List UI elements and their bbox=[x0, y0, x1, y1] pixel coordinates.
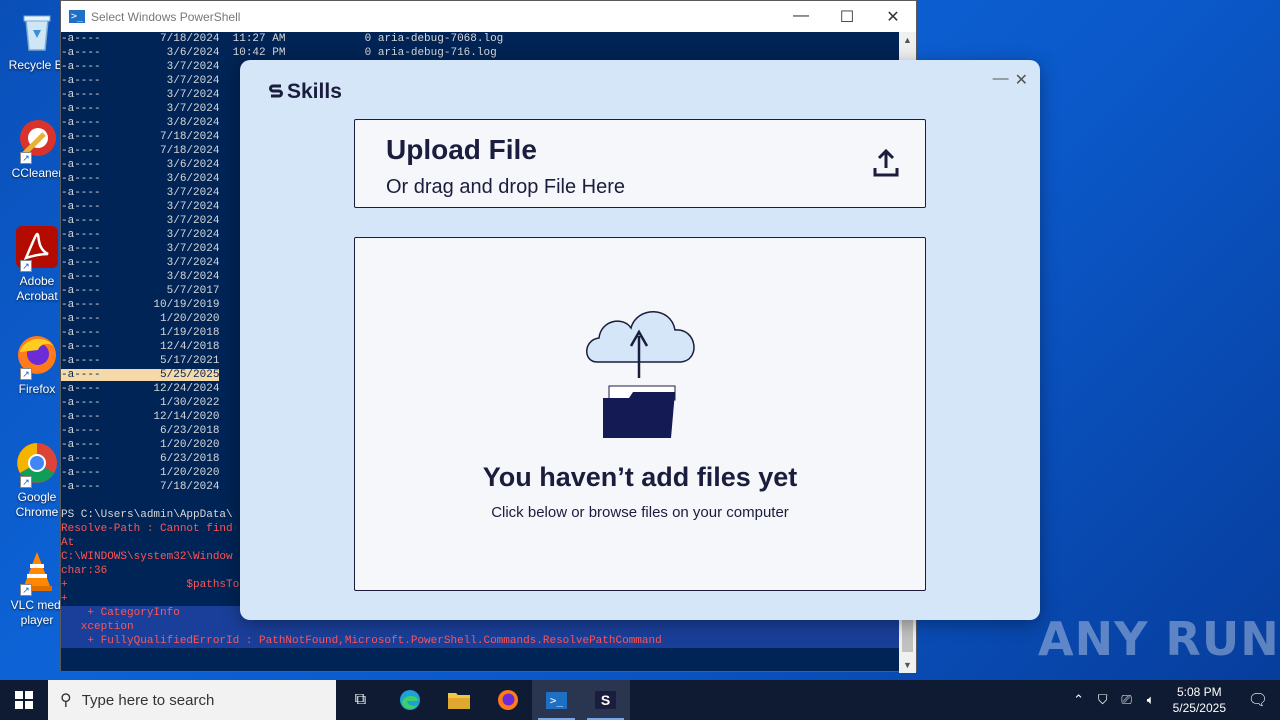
cloud-upload-folder-icon bbox=[579, 302, 703, 438]
close-button[interactable]: ✕ bbox=[870, 7, 916, 27]
start-button[interactable] bbox=[0, 680, 48, 720]
empty-state-subtitle: Click below or browse files on your comp… bbox=[491, 504, 789, 521]
skills-app-icon: S bbox=[594, 691, 617, 709]
firefox-icon: ↗ bbox=[14, 332, 60, 380]
powershell-title: Select Windows PowerShell bbox=[91, 9, 241, 24]
file-drop-area[interactable]: You haven’t add files yet Click below or… bbox=[354, 237, 926, 591]
upload-subtitle: Or drag and drop File Here bbox=[386, 176, 626, 198]
clock-time: 5:08 PM bbox=[1176, 685, 1222, 699]
skills-dialog[interactable]: Skills — ✕ Upload File Or drag and drop … bbox=[240, 60, 1040, 620]
folder-icon bbox=[447, 693, 470, 709]
windows-logo-icon bbox=[15, 691, 33, 709]
desktop-icon-label: Firefox bbox=[18, 382, 56, 396]
taskbar-skills[interactable]: S bbox=[581, 680, 630, 720]
scroll-up-icon[interactable]: ▲ bbox=[899, 32, 916, 48]
adobe-acrobat-icon: ↗ bbox=[14, 224, 60, 272]
clock-date: 5/25/2025 bbox=[1172, 701, 1226, 715]
powershell-titlebar[interactable]: >_ Select Windows PowerShell — ☐ ✕ bbox=[61, 1, 916, 32]
recycle-bin-icon bbox=[14, 8, 60, 54]
upload-file-button[interactable]: Upload File Or drag and drop File Here bbox=[354, 119, 926, 208]
search-placeholder: Type here to search bbox=[81, 691, 215, 709]
console-line: -a---- 7/18/2024 11:27 AM 0 aria-debug-7… bbox=[61, 33, 504, 45]
shortcut-arrow-icon: ↗ bbox=[20, 584, 32, 596]
powershell-icon: >_ bbox=[69, 10, 85, 23]
search-icon: ⚲ bbox=[60, 692, 72, 709]
anyrun-watermark: ANY RUN bbox=[1038, 612, 1280, 666]
upload-icon bbox=[871, 148, 901, 178]
system-tray: ⌃ ⛉ ⎚ 🔈︎ 5:08 PM 5/25/2025 🗨︎ bbox=[1067, 680, 1280, 720]
taskbar: ⚲ Type here to search ⧉ >_ S ⌃ ⛉ ⎚ 🔈︎ 5:… bbox=[0, 680, 1280, 720]
error-detail-line: + FullyQualifiedErrorId : PathNotFound,M… bbox=[61, 634, 901, 648]
network-icon[interactable]: ⎚ bbox=[1115, 692, 1139, 708]
skills-brand: Skills bbox=[287, 80, 342, 103]
shortcut-arrow-icon: ↗ bbox=[20, 152, 32, 164]
skills-logo-icon bbox=[269, 83, 283, 101]
volume-icon[interactable]: 🔈︎ bbox=[1139, 692, 1163, 708]
chrome-icon: ↗ bbox=[14, 440, 60, 488]
upload-title: Upload File bbox=[386, 134, 537, 165]
dialog-close-button[interactable]: ✕ bbox=[1015, 70, 1028, 90]
desktop-icon-label: Recycle Bi bbox=[8, 58, 66, 72]
task-view-button[interactable]: ⧉ bbox=[336, 680, 385, 720]
minimize-button[interactable]: — bbox=[778, 7, 824, 27]
taskbar-edge[interactable] bbox=[385, 680, 434, 720]
defender-icon[interactable]: ⛉ bbox=[1091, 692, 1115, 708]
firefox-icon bbox=[497, 690, 518, 710]
scroll-down-icon[interactable]: ▼ bbox=[899, 657, 916, 673]
empty-state-title: You haven’t add files yet bbox=[482, 462, 798, 492]
shortcut-arrow-icon: ↗ bbox=[20, 260, 32, 272]
chevron-up-icon[interactable]: ⌃ bbox=[1067, 692, 1091, 708]
powershell-icon: >_ bbox=[545, 691, 568, 709]
skills-logo: Skills bbox=[269, 80, 342, 104]
highlighted-line: -a---- 5/25/2025 bbox=[61, 369, 220, 381]
shortcut-arrow-icon: ↗ bbox=[20, 368, 32, 380]
taskbar-powershell[interactable]: >_ bbox=[532, 680, 581, 720]
taskbar-search[interactable]: ⚲ Type here to search bbox=[48, 680, 336, 720]
maximize-button[interactable]: ☐ bbox=[824, 7, 870, 27]
ccleaner-icon: ↗ bbox=[14, 116, 60, 164]
task-view-icon: ⧉ bbox=[354, 691, 367, 708]
taskbar-file-explorer[interactable] bbox=[434, 680, 483, 720]
edge-icon bbox=[399, 690, 420, 710]
clock[interactable]: 5:08 PM 5/25/2025 bbox=[1163, 684, 1236, 716]
taskbar-firefox[interactable] bbox=[483, 680, 532, 720]
console-line: -a---- 3/6/2024 10:42 PM 0 aria-debug-71… bbox=[61, 47, 497, 59]
vlc-icon: ↗ bbox=[14, 548, 60, 596]
error-detail-line: xception bbox=[61, 620, 901, 634]
desktop-icon-label: CCleaner bbox=[11, 166, 63, 180]
dialog-minimize-button[interactable]: — bbox=[993, 70, 1009, 90]
shortcut-arrow-icon: ↗ bbox=[20, 476, 32, 488]
notification-icon[interactable]: 🗨︎ bbox=[1236, 690, 1280, 710]
